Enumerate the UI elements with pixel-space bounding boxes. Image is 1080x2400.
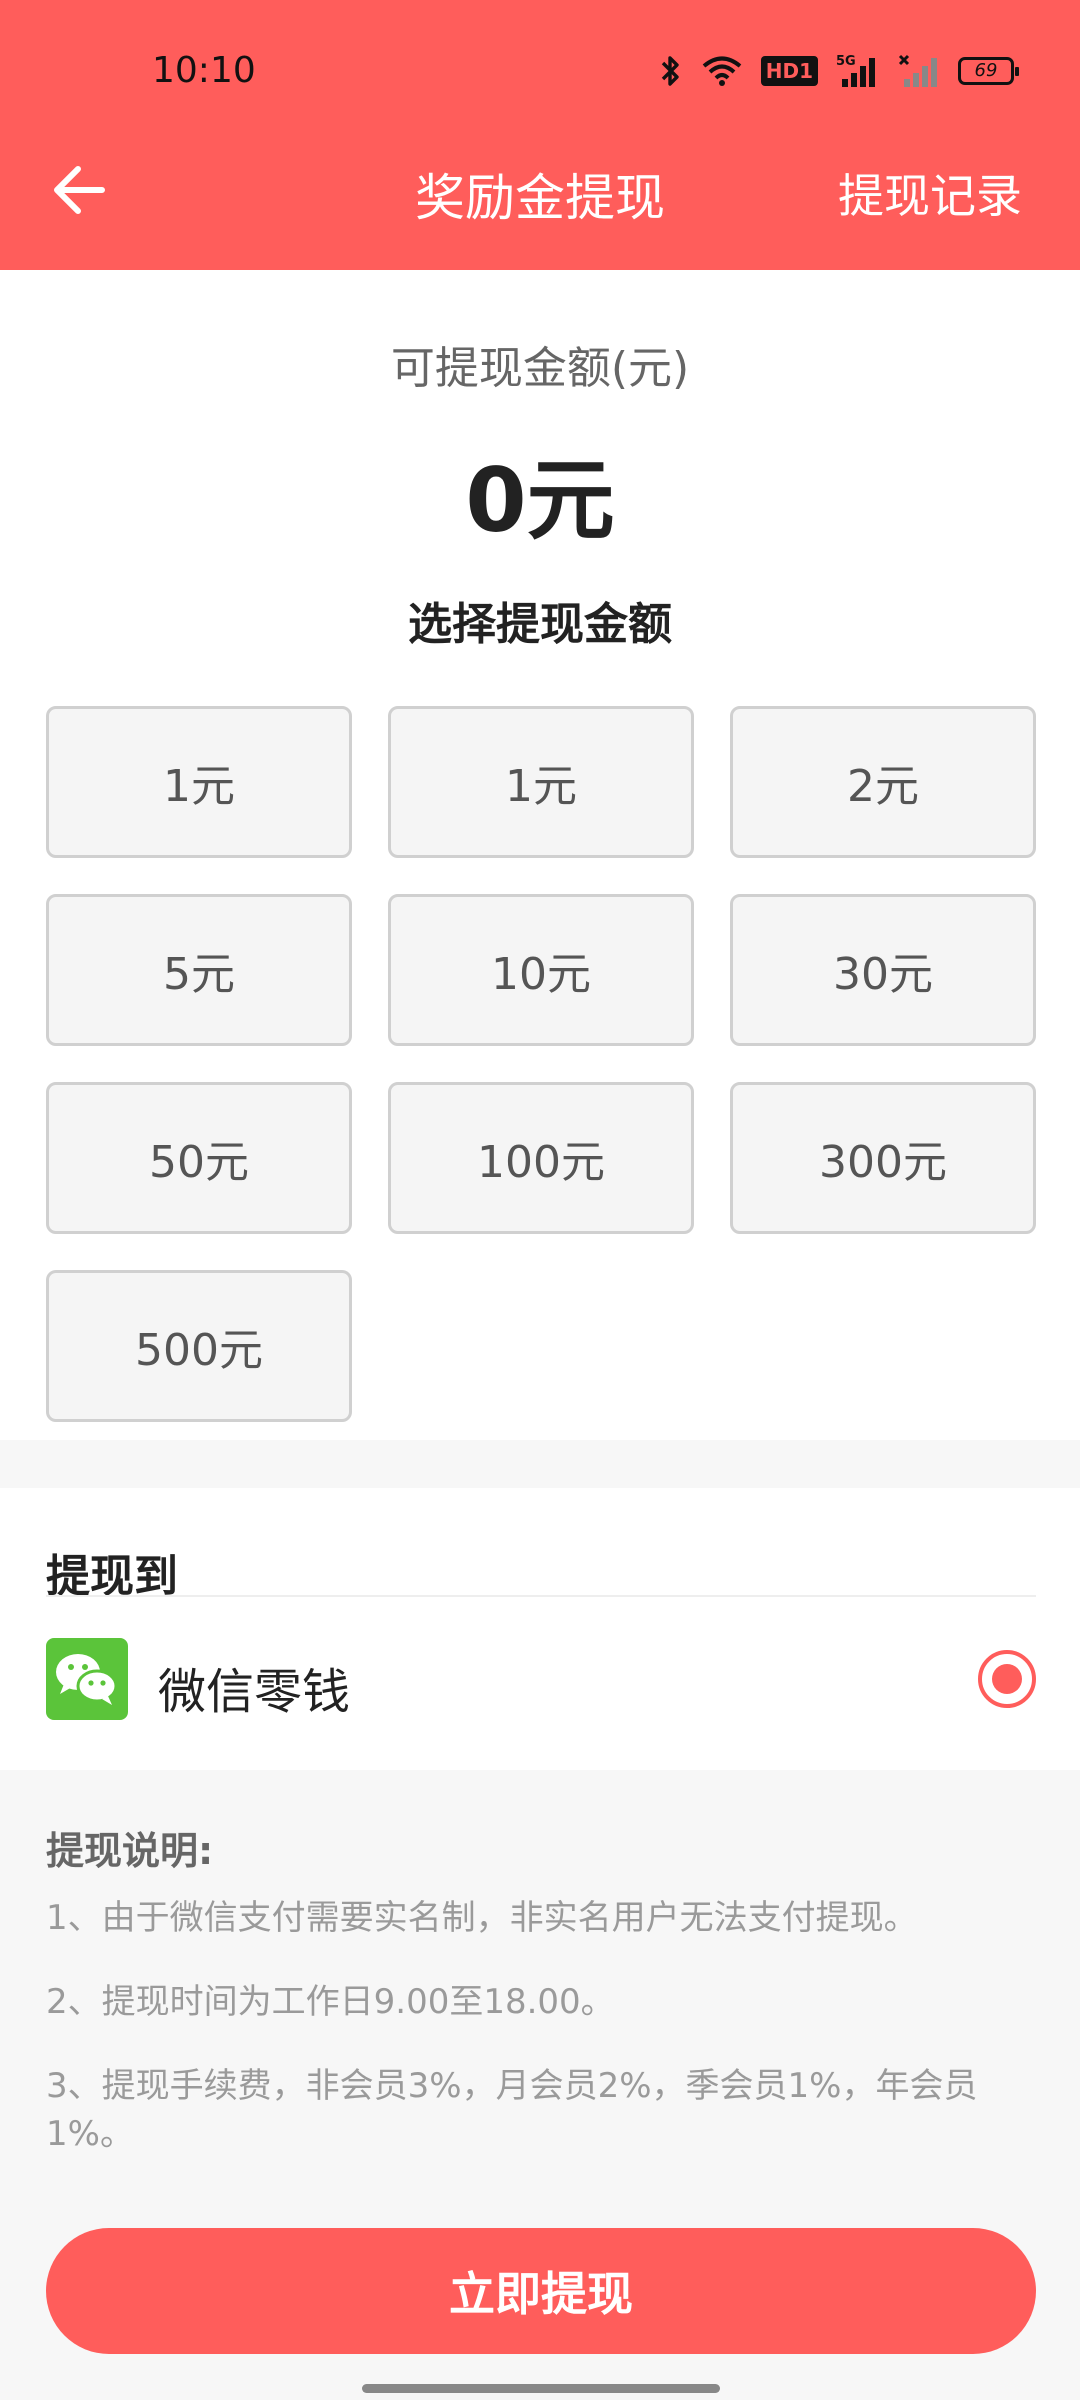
back-button[interactable] (50, 160, 110, 220)
network-label: 5G (836, 54, 856, 69)
amount-option-50[interactable]: 50元 (46, 1082, 352, 1234)
withdraw-now-button[interactable]: 立即提现 (46, 2228, 1036, 2354)
amount-option-5[interactable]: 5元 (46, 894, 352, 1046)
status-icons: HD1 5G 69 (659, 50, 1019, 92)
status-time: 10:10 (152, 50, 256, 91)
amount-option-30[interactable]: 30元 (730, 894, 1036, 1046)
amount-option-100[interactable]: 100元 (388, 1082, 694, 1234)
withdraw-notes: 提现说明: 1、由于微信支付需要实名制，非实名用户无法支付提现。 2、提现时间为… (0, 1770, 1080, 2180)
withdraw-history-link[interactable]: 提现记录 (838, 160, 1022, 226)
amount-option-1[interactable]: 1元 (46, 706, 352, 858)
header-bar: 10:10 HD1 5G 69 奖励金提现 提现记录 (0, 0, 1080, 270)
amount-option-10[interactable]: 10元 (388, 894, 694, 1046)
bluetooth-icon (661, 56, 679, 86)
amount-option-2[interactable]: 2元 (730, 706, 1036, 858)
withdraw-page: 10:10 HD1 5G 69 奖励金提现 提现记录 可提现金额(元) 0元 选… (0, 0, 1080, 2400)
amount-section: 可提现金额(元) 0元 选择提现金额 1元 1元 2元 5元 10元 30元 5… (0, 270, 1080, 1440)
choose-amount-title: 选择提现金额 (408, 599, 672, 650)
divider (46, 1595, 1036, 1597)
balance-value: 0元 (465, 449, 615, 552)
wechat-option[interactable]: 微信零钱 (46, 1638, 1036, 1722)
amount-option-300[interactable]: 300元 (730, 1082, 1036, 1234)
note-item: 3、提现手续费，非会员3%，月会员2%，季会员1%，年会员1%。 (46, 2066, 978, 2154)
amount-grid: 1元 1元 2元 5元 10元 30元 50元 100元 300元 500元 (46, 706, 1036, 1422)
hd-icon: HD1 (760, 56, 818, 86)
back-arrow-icon (54, 166, 105, 214)
wechat-label: 微信零钱 (158, 1664, 351, 1720)
notes-title: 提现说明: (46, 1829, 214, 1873)
battery-icon: 69 (958, 57, 1019, 85)
home-indicator[interactable] (362, 2384, 720, 2393)
balance-label: 可提现金额(元) (390, 343, 690, 394)
note-item: 2、提现时间为工作日9.00至18.00。 (46, 1982, 615, 2022)
signal-empty-icon (898, 54, 937, 87)
signal-5g-icon: 5G (836, 54, 875, 87)
note-item: 1、由于微信支付需要实名制，非实名用户无法支付提现。 (46, 1898, 918, 1938)
status-bar: 10:10 HD1 5G 69 (0, 0, 1080, 140)
wechat-icon (46, 1638, 128, 1720)
wifi-icon (702, 56, 742, 86)
wechat-radio[interactable] (978, 1650, 1036, 1708)
withdraw-destination: 提现到 微信零钱 (0, 1488, 1080, 1770)
amount-option-500[interactable]: 500元 (46, 1270, 352, 1422)
amount-option-1b[interactable]: 1元 (388, 706, 694, 858)
